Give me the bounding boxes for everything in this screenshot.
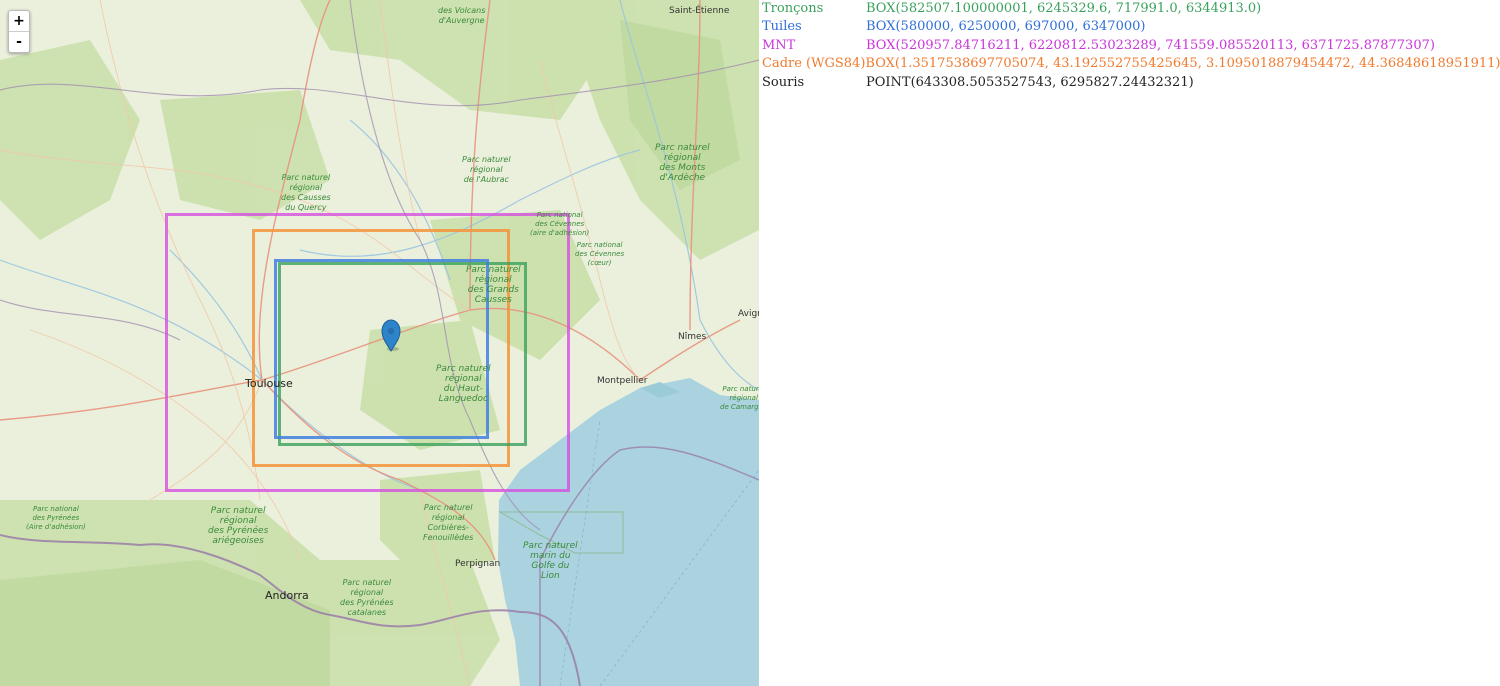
park-label-pyrenees-ariegeoises: Parc naturel régional des Pyrénées ariég… [208, 506, 269, 546]
zoom-in-button[interactable]: + [9, 11, 29, 31]
info-value: BOX(520957.84716211, 6220812.53023289, 7… [866, 37, 1435, 53]
info-key: MNT [762, 37, 796, 53]
info-key: Tuiles [762, 19, 802, 35]
park-label-haut-languedoc: Parc naturel régional du Haut- Languedoc [436, 364, 491, 404]
info-value: POINT(643308.5053527543, 6295827.2443232… [866, 74, 1194, 90]
city-label-montpellier: Montpellier [597, 376, 648, 386]
city-label-saint-etienne: Saint-Étienne [669, 6, 730, 16]
info-key: Tronçons [762, 1, 824, 16]
zoom-out-button[interactable]: - [9, 31, 29, 52]
info-row-tuiles: Tuiles BOX(580000, 6250000, 697000, 6347… [762, 18, 1498, 36]
info-key: Cadre (WGS84) [762, 56, 866, 72]
park-label-golfe-lion: Parc naturel marin du Golfe du Lion [523, 541, 578, 581]
park-label-camargue: Parc naturel régional de Camargue [720, 385, 759, 411]
info-key: Souris [762, 74, 805, 90]
city-label-nimes: Nîmes [678, 332, 707, 342]
info-row-souris: Souris POINT(643308.5053527543, 6295827.… [762, 74, 1498, 92]
info-row-cadre: Cadre (WGS84) BOX(1.3517538697705074, 43… [762, 55, 1500, 73]
park-label-pyrenees-national: Parc national des Pyrénées (Aire d'adhés… [26, 505, 86, 531]
info-panel: Tronçons BOX(582507.100000001, 6245329.6… [762, 0, 1500, 92]
city-label-perpignan: Perpignan [455, 559, 501, 569]
info-value: BOX(1.3517538697705074, 43.1925527554256… [865, 56, 1500, 72]
park-label-corbieres: Parc naturel régional Corbières- Fenouil… [423, 503, 474, 542]
park-label-volcans: des Volcans d'Auvergne [438, 6, 486, 25]
park-label-grands-causses: Parc naturel régional des Grands Causses [466, 265, 521, 305]
city-label-avignon: Avign [738, 309, 759, 319]
city-label-andorra: Andorra [265, 589, 309, 602]
park-label-cevennes-coeur: Parc national des Cévennes (cœur) [575, 241, 625, 267]
info-row-mnt: MNT BOX(520957.84716211, 6220812.5302328… [762, 37, 1498, 55]
info-value: BOX(582507.100000001, 6245329.6, 717991.… [866, 1, 1262, 16]
park-label-ardeche: Parc naturel régional des Monts d'Ardèch… [655, 143, 710, 183]
park-label-cevennes-adhesion: Parc national des Cévennes (aire d'adhés… [530, 211, 590, 237]
park-label-quercy: Parc naturel régional des Causses du Que… [281, 173, 331, 212]
zoom-control: + - [8, 10, 30, 53]
info-row-troncons: Tronçons BOX(582507.100000001, 6245329.6… [762, 0, 1498, 18]
city-label-toulouse: Toulouse [245, 377, 293, 390]
info-value: BOX(580000, 6250000, 697000, 6347000) [866, 19, 1146, 35]
map-view[interactable]: + - Toulouse Montpellier Nîmes Perpignan… [0, 0, 759, 686]
park-label-aubrac: Parc naturel régional de l'Aubrac [462, 155, 511, 184]
park-label-pyrenees-catalanes: Parc naturel régional des Pyrénées catal… [340, 578, 394, 617]
